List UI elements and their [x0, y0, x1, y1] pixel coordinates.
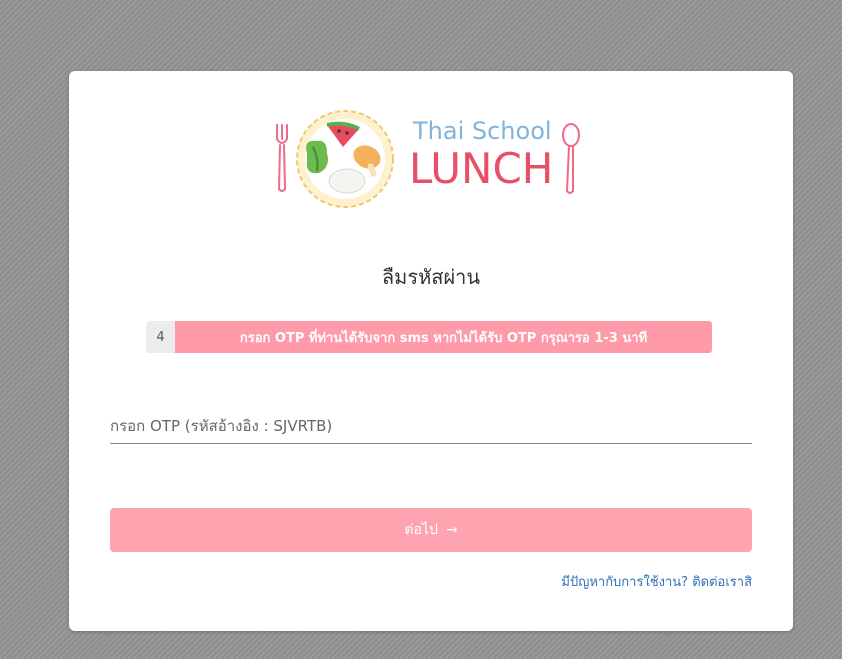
forgot-password-card: Thai School LUNCH ลืมรหัสผ่าน 4 กรอก OTP…	[69, 71, 793, 631]
thai-school-lunch-logo: Thai School LUNCH	[269, 103, 589, 215]
logo-line1: Thai School	[412, 117, 552, 145]
page-title: ลืมรหัสผ่าน	[381, 265, 481, 289]
otp-field	[110, 411, 752, 444]
next-button[interactable]: ต่อไป →	[110, 508, 752, 552]
plate-icon	[296, 110, 394, 208]
spoon-icon	[562, 123, 580, 194]
instruction-text: กรอก OTP ที่ท่านได้รับจาก sms หากไม่ได้ร…	[175, 321, 712, 353]
otp-input[interactable]	[110, 411, 752, 441]
logo-line2: LUNCH	[409, 144, 553, 193]
otp-instruction: 4 กรอก OTP ที่ท่านได้รับจาก sms หากไม่ได…	[146, 321, 712, 353]
contact-us-link[interactable]: มีปัญหากับการใช้งาน? ติดต่อเราสิ	[561, 571, 752, 592]
next-button-label: ต่อไป	[404, 522, 438, 538]
page-background: Thai School LUNCH ลืมรหัสผ่าน 4 กรอก OTP…	[0, 0, 842, 659]
step-badge: 4	[146, 321, 175, 353]
arrow-right-icon: →	[445, 522, 458, 538]
fork-icon	[276, 124, 288, 192]
